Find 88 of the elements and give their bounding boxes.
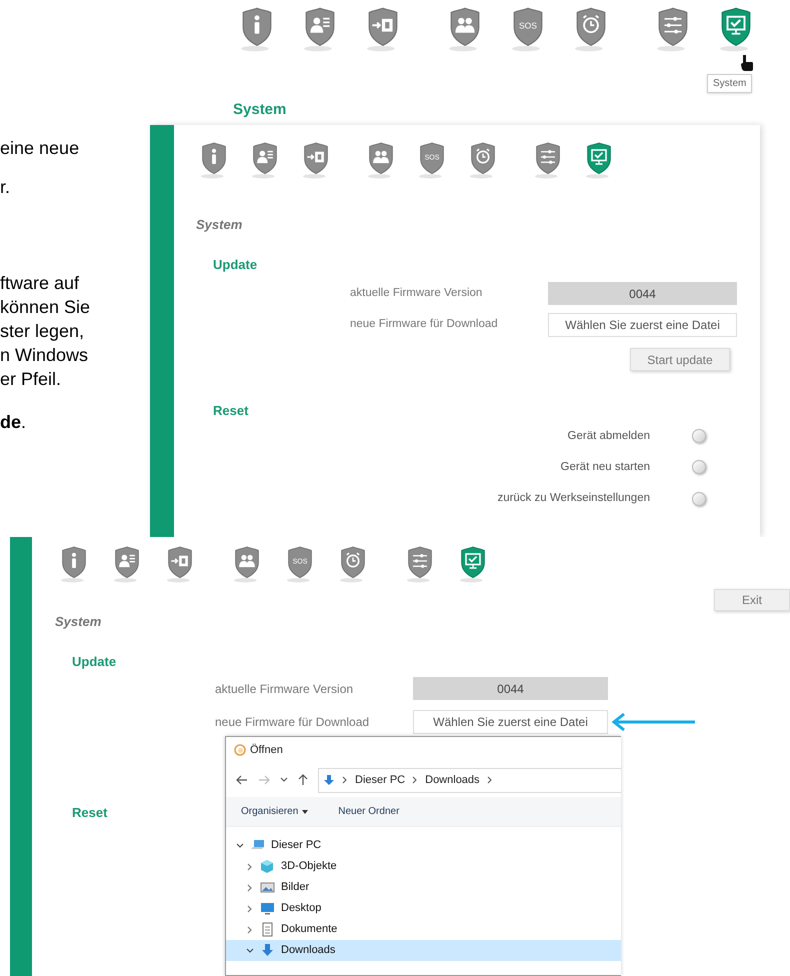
tree-item[interactable]: Desktop	[226, 898, 621, 919]
dialog-title: Öffnen	[250, 742, 283, 758]
users-icon[interactable]	[448, 6, 482, 53]
users-icon[interactable]	[367, 141, 395, 180]
text-line: können Sie	[0, 296, 92, 319]
start-update-button[interactable]: Start update	[630, 348, 730, 371]
picture-icon	[260, 880, 275, 895]
sliders-icon[interactable]	[534, 141, 562, 180]
monitor-check-icon[interactable]	[459, 545, 487, 584]
version-field: 0044	[548, 282, 737, 305]
address-bar[interactable]: Dieser PC Downloads	[318, 768, 621, 792]
toolbar-button[interactable]: Neuer Ordner	[338, 804, 400, 819]
tooltip: System	[707, 74, 752, 93]
option-label: zurück zu Werkseinstellungen	[497, 491, 650, 506]
tree-item[interactable]: Dieser PC	[226, 835, 621, 856]
sliders-icon[interactable]	[406, 545, 434, 584]
field-label: aktuelle Firmware Version	[215, 680, 354, 698]
text-line: ftware auf	[0, 272, 80, 295]
section-heading: System	[233, 100, 286, 120]
alarm-clock-icon[interactable]	[339, 545, 367, 584]
download-arrow-icon	[323, 774, 335, 786]
app-icon	[234, 744, 246, 756]
sos-label: SOS	[519, 20, 537, 30]
toolbar-button[interactable]: Organisieren	[241, 804, 308, 819]
back-arrow-icon[interactable]	[236, 775, 248, 785]
chevron-down-icon[interactable]	[246, 946, 254, 954]
option-label: Gerät abmelden	[568, 428, 650, 444]
chevron-right-icon[interactable]	[246, 862, 254, 870]
info-icon[interactable]	[60, 545, 88, 584]
chevron-right-icon[interactable]	[246, 904, 254, 912]
tree-item[interactable]: Bilder	[226, 877, 621, 898]
section-heading: Update	[213, 256, 258, 274]
chevron-down-icon[interactable]	[236, 842, 244, 850]
info-icon[interactable]	[240, 6, 274, 53]
section-heading: Reset	[72, 804, 108, 822]
arrow-icon	[611, 712, 697, 732]
chevron-right-icon	[486, 776, 493, 784]
version-field: 0044	[413, 677, 608, 700]
text-line: r.	[0, 176, 12, 199]
hand-cursor-icon	[740, 54, 754, 72]
file-chooser-button[interactable]: Wählen Sie zuerst eine Datei	[548, 313, 737, 337]
text-line: de.	[0, 411, 28, 434]
toggle-switch[interactable]	[692, 460, 706, 474]
chevron-right-icon[interactable]	[246, 926, 254, 934]
desktop-icon	[260, 901, 275, 916]
page-title: System	[55, 613, 102, 631]
monitor-check-icon[interactable]	[719, 6, 753, 53]
toggle-switch[interactable]	[692, 429, 706, 444]
user-list-icon[interactable]	[113, 545, 141, 584]
section-heading: Update	[72, 652, 116, 671]
section-heading: Reset	[213, 402, 248, 420]
text-line: eine neue	[0, 137, 80, 160]
option-label: Gerät neu starten	[560, 460, 650, 475]
tree-item[interactable]: Downloads	[226, 940, 621, 961]
breadcrumb-item[interactable]: Downloads	[425, 772, 480, 788]
arrow-box-icon[interactable]	[302, 141, 330, 180]
sliders-icon[interactable]	[656, 6, 690, 53]
cube-icon	[260, 859, 275, 874]
chevron-right-icon	[412, 776, 418, 784]
exit-button[interactable]: Exit	[714, 589, 790, 611]
arrow-box-icon[interactable]	[166, 545, 194, 584]
user-list-icon[interactable]	[303, 6, 337, 53]
tree-item[interactable]: 3D-Objekte	[226, 856, 621, 877]
tree-item[interactable]: Dokumente	[226, 919, 621, 940]
alarm-clock-icon[interactable]	[469, 141, 497, 180]
arrow-box-icon[interactable]	[366, 6, 400, 53]
text-line: ster legen,	[0, 320, 86, 343]
page-title: System	[196, 216, 242, 234]
text-line: n Windows	[0, 344, 90, 367]
breadcrumb-item[interactable]: Dieser PC	[355, 772, 406, 788]
document-icon	[260, 922, 275, 937]
file-chooser-button[interactable]: Wählen Sie zuerst eine Datei	[413, 710, 608, 734]
text-line: er Pfeil.	[0, 368, 62, 391]
chevron-right-icon[interactable]	[246, 884, 254, 892]
info-icon[interactable]	[200, 141, 228, 180]
alarm-clock-icon[interactable]	[574, 6, 608, 53]
chevron-right-icon	[342, 776, 348, 784]
download-arrow-icon	[260, 943, 275, 958]
monitor-check-icon[interactable]	[585, 141, 613, 180]
field-label: aktuelle Firmware Version	[350, 286, 484, 301]
chevron-down-icon[interactable]	[280, 777, 288, 783]
field-label: neue Firmware für Download	[350, 317, 499, 332]
up-arrow-icon[interactable]	[298, 774, 308, 786]
caret-icon	[302, 810, 308, 814]
users-icon[interactable]	[233, 545, 261, 584]
field-label: neue Firmware für Download	[215, 714, 370, 731]
user-list-icon[interactable]	[251, 141, 279, 180]
toggle-switch[interactable]	[692, 492, 706, 506]
